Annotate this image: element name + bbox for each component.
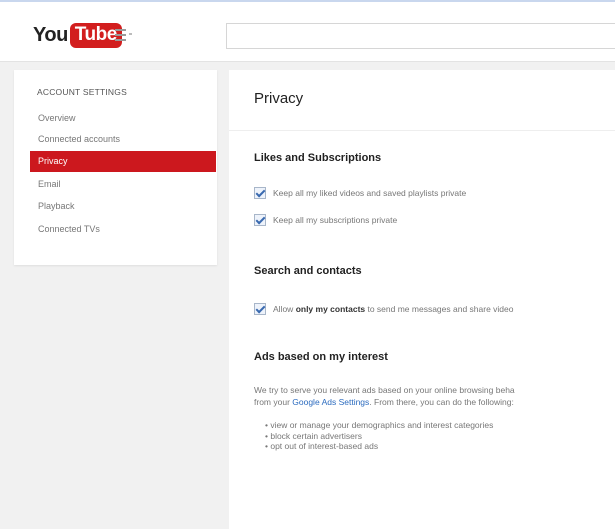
ads-description-line1: We try to serve you relevant ads based o… <box>254 385 515 395</box>
liked-videos-private-option[interactable]: Keep all my liked videos and saved playl… <box>254 186 466 200</box>
ads-line2-prefix: from your <box>254 397 293 407</box>
guide-menu-icon[interactable] <box>115 29 133 41</box>
likes-section-title: Likes and Subscriptions <box>254 152 382 164</box>
contacts-messages-checkbox[interactable] <box>254 303 266 315</box>
sidebar-item-connected-tvs[interactable]: Connected TVs <box>30 219 216 240</box>
ads-line2-suffix: . From there, you can do the following: <box>369 397 514 407</box>
privacy-panel: Privacy Likes and Subscriptions Keep all… <box>229 70 615 529</box>
ads-options-list: view or manage your demographics and int… <box>265 420 493 452</box>
contacts-messages-suffix: to send me messages and share video <box>365 304 514 314</box>
search-input[interactable] <box>227 24 615 48</box>
ads-description: We try to serve you relevant ads based o… <box>254 384 615 408</box>
contacts-messages-option[interactable]: Allow only my contacts to send me messag… <box>254 302 514 316</box>
subscriptions-private-option[interactable]: Keep all my subscriptions private <box>254 213 397 227</box>
youtube-logo[interactable]: You Tube <box>33 22 122 48</box>
contacts-messages-bold: only my contacts <box>295 304 366 314</box>
ads-description-line2: from your Google Ads Settings. From ther… <box>254 396 615 408</box>
logo-tube-text: Tube <box>69 22 122 48</box>
liked-videos-private-label: Keep all my liked videos and saved playl… <box>273 188 467 198</box>
sidebar-item-overview[interactable]: Overview <box>30 108 216 129</box>
search-box[interactable] <box>226 23 615 49</box>
subscriptions-private-label: Keep all my subscriptions private <box>273 215 398 225</box>
search-contacts-section-title: Search and contacts <box>254 265 362 277</box>
sidebar-item-connected-accounts[interactable]: Connected accounts <box>30 129 216 150</box>
sidebar-item-playback[interactable]: Playback <box>30 196 216 217</box>
sidebar-heading: ACCOUNT SETTINGS <box>37 87 127 97</box>
liked-videos-private-checkbox[interactable] <box>254 187 266 199</box>
ads-section-title: Ads based on my interest <box>254 351 388 363</box>
sidebar-item-email[interactable]: Email <box>30 174 216 195</box>
contacts-messages-label: Allow only my contacts to send me messag… <box>273 304 514 314</box>
page-title: Privacy <box>254 90 304 107</box>
sidebar-item-privacy[interactable]: Privacy <box>30 151 216 172</box>
google-ads-settings-link[interactable]: Google Ads Settings <box>292 397 369 407</box>
contacts-messages-prefix: Allow <box>273 304 296 314</box>
subscriptions-private-checkbox[interactable] <box>254 214 266 226</box>
title-divider <box>229 130 615 131</box>
list-item: block certain advertisers <box>265 431 493 442</box>
list-item: view or manage your demographics and int… <box>265 420 493 431</box>
list-item: opt out of interest-based ads <box>265 441 493 452</box>
logo-you-text: You <box>33 23 68 46</box>
account-settings-sidebar: ACCOUNT SETTINGS Overview Connected acco… <box>14 70 217 265</box>
top-bar: You Tube <box>0 0 615 62</box>
